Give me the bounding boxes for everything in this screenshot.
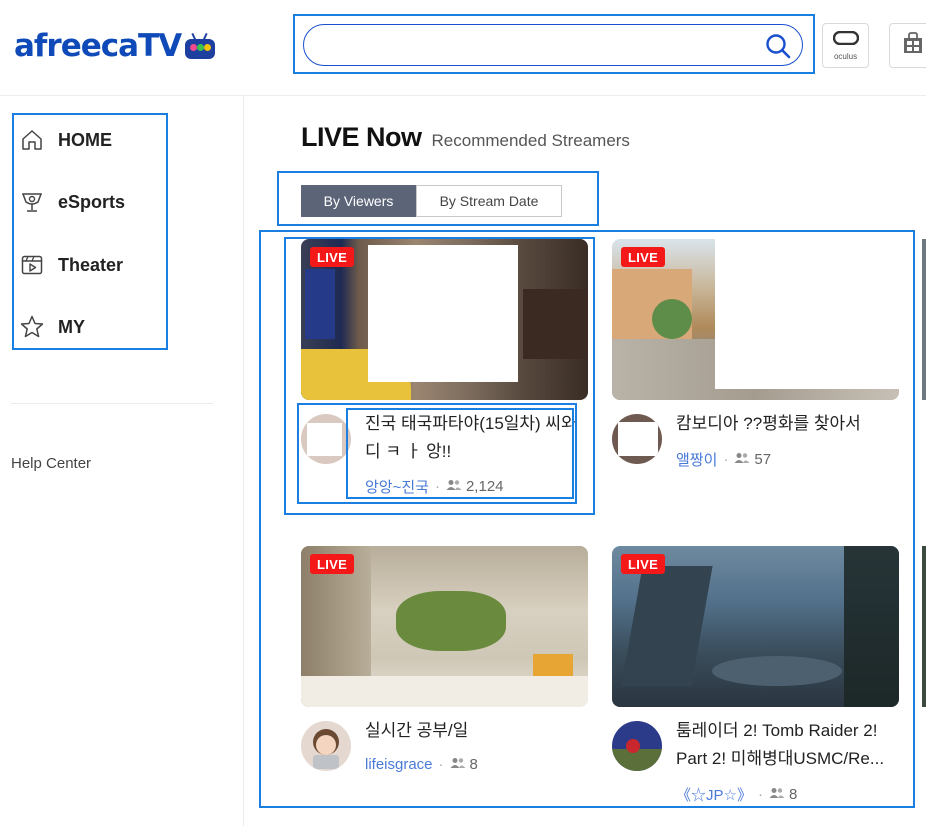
- sidebar-nav: HOME eSports Theater MY: [12, 113, 168, 350]
- oculus-icon: [832, 30, 859, 50]
- viewer-count: 8: [469, 756, 478, 773]
- sidebar-item-my[interactable]: MY: [18, 310, 85, 344]
- stream-title[interactable]: 실시간 공부/일: [365, 717, 587, 745]
- stream-title[interactable]: 툼레이더 2! Tomb Raider 2! Part 2! 미해병대USMC/…: [676, 717, 898, 773]
- stream-thumbnail[interactable]: LIVE: [301, 239, 588, 400]
- header-divider: [0, 95, 926, 96]
- avatar[interactable]: [612, 414, 662, 464]
- page-subtitle: Recommended Streamers: [431, 131, 630, 150]
- next-card-peek: [922, 546, 926, 707]
- viewer-count: 8: [788, 786, 798, 803]
- stream-thumbnail[interactable]: LIVE: [612, 239, 899, 400]
- sidebar-item-theater[interactable]: Theater: [18, 248, 123, 282]
- tab-by-viewers[interactable]: By Viewers: [301, 185, 416, 217]
- redacted-overlay: [715, 239, 899, 389]
- viewers-icon: [450, 756, 466, 773]
- stream-title[interactable]: 캄보디아 ??평화를 찾아서: [676, 410, 898, 438]
- sidebar-item-esports[interactable]: eSports: [18, 185, 125, 219]
- search-input[interactable]: [320, 31, 750, 59]
- stream-meta: lifeisgrace · 8: [365, 756, 478, 773]
- afreecatv-logo[interactable]: afreecaTV: [14, 26, 216, 66]
- viewer-count: 2,124: [465, 478, 504, 495]
- search-bar: [303, 24, 803, 66]
- live-badge: LIVE: [621, 247, 666, 267]
- stream-meta: 《☆JP☆》 · 8: [676, 784, 798, 805]
- tab-by-stream-date[interactable]: By Stream Date: [416, 185, 562, 217]
- sidebar-item-home[interactable]: HOME: [18, 123, 112, 157]
- home-icon: [18, 126, 46, 154]
- viewers-icon: [446, 478, 462, 495]
- streamer-nickname[interactable]: lifeisgrace: [365, 756, 433, 773]
- stream-thumbnail[interactable]: LIVE: [612, 546, 899, 707]
- streamer-nickname[interactable]: 앨짱이: [676, 449, 717, 470]
- stream-meta: 앨짱이 · 57: [676, 449, 772, 470]
- store-button[interactable]: [889, 23, 926, 68]
- avatar[interactable]: [301, 414, 351, 464]
- live-badge: LIVE: [621, 554, 666, 574]
- store-icon: [901, 31, 925, 60]
- stream-thumbnail[interactable]: LIVE: [301, 546, 588, 707]
- section-title: LIVE Now Recommended Streamers: [301, 122, 630, 153]
- streamer-nickname[interactable]: 《☆JP☆》: [676, 784, 752, 805]
- avatar[interactable]: [301, 721, 351, 771]
- sidebar-divider: [243, 96, 244, 826]
- stream-title[interactable]: 진국 태국파타야(15일차) 씨와 디 ㅋ ㅏ 앙!!: [365, 410, 587, 466]
- viewer-count: 57: [754, 451, 772, 468]
- stream-meta: 앙앙~진국 · 2,124: [365, 476, 504, 497]
- viewers-icon: [769, 786, 785, 803]
- live-badge: LIVE: [310, 554, 355, 574]
- live-badge: LIVE: [310, 247, 355, 267]
- streamer-nickname[interactable]: 앙앙~진국: [365, 476, 429, 497]
- viewers-icon: [734, 451, 750, 468]
- page: afreecaTV oculus HOME eSports Theater MY…: [0, 0, 926, 826]
- page-title: LIVE Now: [301, 122, 422, 152]
- tv-mascot-icon: [185, 32, 216, 59]
- next-card-peek: [922, 239, 926, 400]
- star-icon: [18, 313, 46, 341]
- play-icon: [18, 251, 46, 279]
- help-center-link[interactable]: Help Center: [11, 455, 91, 472]
- search-region: [293, 14, 815, 74]
- trophy-icon: [18, 188, 46, 216]
- search-icon[interactable]: [764, 32, 792, 60]
- oculus-button[interactable]: oculus: [822, 23, 869, 68]
- sidebar-separator: [11, 403, 213, 404]
- sort-tabs: By Viewers By Stream Date: [277, 171, 599, 226]
- avatar[interactable]: [612, 721, 662, 771]
- redacted-overlay: [368, 245, 518, 382]
